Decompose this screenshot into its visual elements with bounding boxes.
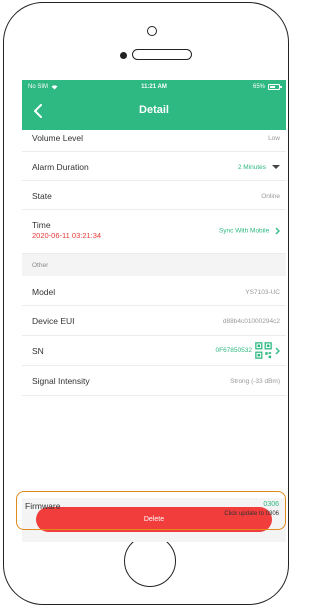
model-value: YS7103-UC (245, 289, 280, 296)
proximity-sensor (120, 52, 127, 59)
row-model: Model YS7103-UC (22, 276, 286, 306)
time-date-value: 2020-06-11 03:21:34 (32, 231, 102, 240)
state-label: State (32, 191, 52, 201)
sn-value-group[interactable]: 0F67850532 (215, 342, 280, 359)
battery-percent: 65% (252, 84, 265, 90)
firmware-version: 0306 (263, 501, 279, 508)
clock: 11:21 AM (141, 84, 167, 90)
row-firmware[interactable] (22, 396, 286, 448)
battery-icon (268, 84, 282, 90)
device-eui-value: d88b4c01000294c2 (222, 318, 280, 325)
sync-with-mobile-label: Sync With Mobile (218, 227, 270, 235)
front-camera (147, 26, 157, 36)
battery-indicator: 65% (252, 84, 282, 90)
battery-fill (270, 86, 276, 88)
earpiece-speaker (132, 49, 192, 60)
sn-value: 0F67850532 (215, 347, 252, 354)
model-label: Model (32, 287, 56, 297)
row-time: Time 2020-06-11 03:21:34 Sync With Mobil… (22, 210, 286, 254)
firmware-label: Firmware (25, 501, 61, 511)
signal-intensity-label: Signal Intensity (32, 376, 90, 386)
app-screen: No SIM 11:21 AM 65% Detail Volume Level … (22, 80, 286, 542)
caret-down-icon (272, 165, 280, 170)
alarm-duration-label: Alarm Duration (32, 162, 89, 172)
volume-level-value: Low (268, 135, 280, 142)
sync-with-mobile-link[interactable]: Sync With Mobile (219, 227, 280, 235)
chevron-right-icon (275, 227, 280, 235)
row-device-eui: Device EUI d88b4c01000294c2 (22, 306, 286, 336)
nav-bar: Detail (22, 96, 286, 126)
home-button[interactable] (124, 535, 176, 587)
device-eui-label: Device EUI (32, 316, 75, 326)
sn-label: SN (32, 346, 44, 356)
state-value: Online (261, 193, 280, 200)
row-alarm-duration[interactable]: Alarm Duration 2 Minutes (22, 152, 286, 181)
row-state: State Online (22, 181, 286, 210)
alarm-duration-value: 2 Minutes (237, 164, 266, 171)
chevron-right-icon (275, 347, 280, 354)
section-other-label: Other (32, 262, 49, 269)
alarm-duration-dropdown[interactable]: 2 Minutes (238, 164, 280, 171)
time-label: Time (32, 220, 51, 230)
app-header: No SIM 11:21 AM 65% Detail (22, 80, 286, 130)
firmware-update-highlight[interactable]: Firmware 0306 Click update to 0306 (16, 491, 286, 530)
row-volume-level: Volume Level Low (22, 130, 286, 152)
qr-code-icon[interactable] (255, 342, 272, 359)
firmware-update-hint[interactable]: Click update to 0306 (224, 511, 279, 517)
row-sn[interactable]: SN 0F67850532 (22, 336, 286, 366)
page-title: Detail (139, 104, 169, 116)
status-bar: No SIM 11:21 AM 65% (22, 80, 286, 95)
volume-level-label: Volume Level (32, 133, 84, 143)
battery-tip (280, 86, 282, 88)
section-header-other: Other (22, 254, 286, 276)
row-signal-intensity: Signal Intensity Strong (-33 dBm) (22, 366, 286, 396)
signal-intensity-value: Strong (-33 dBm) (230, 378, 280, 385)
